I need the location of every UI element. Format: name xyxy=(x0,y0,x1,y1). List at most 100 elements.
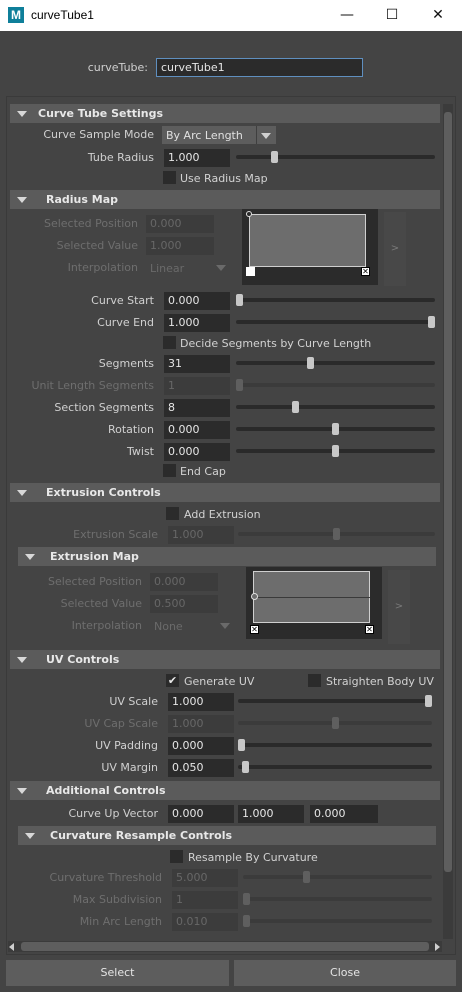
slider-handle[interactable] xyxy=(425,695,432,707)
slider-handle[interactable] xyxy=(243,893,250,905)
extrusion-selected-position-input[interactable]: 0.000 xyxy=(150,573,218,591)
uv-margin-slider[interactable] xyxy=(238,761,432,773)
use-radius-map-checkbox[interactable] xyxy=(163,171,176,184)
segments-slider[interactable] xyxy=(236,357,435,369)
vertical-scrollbar[interactable] xyxy=(443,104,453,939)
curve-end-label: Curve End xyxy=(97,316,154,329)
slider-handle[interactable] xyxy=(332,445,339,457)
slider-handle[interactable] xyxy=(292,401,299,413)
slider-handle[interactable] xyxy=(333,528,340,540)
ramp-point-square[interactable] xyxy=(246,267,255,276)
uv-padding-slider[interactable] xyxy=(238,739,432,751)
curve-up-z-input[interactable]: 0.000 xyxy=(310,805,378,823)
extrusion-interpolation-dropdown[interactable]: None xyxy=(150,617,236,635)
twist-slider[interactable] xyxy=(236,445,435,457)
select-button[interactable]: Select xyxy=(6,960,229,986)
ramp-point-handle[interactable] xyxy=(246,211,252,217)
slider-handle[interactable] xyxy=(243,915,250,927)
section-segments-input[interactable]: 8 xyxy=(164,399,230,417)
uv-cap-scale-input[interactable]: 1.000 xyxy=(168,715,234,733)
slider-handle[interactable] xyxy=(307,357,314,369)
curve-start-input[interactable]: 0.000 xyxy=(164,292,230,310)
curve-end-input[interactable]: 1.000 xyxy=(164,314,230,332)
slider-handle[interactable] xyxy=(236,294,243,306)
slider-handle[interactable] xyxy=(238,739,245,751)
add-extrusion-checkbox[interactable] xyxy=(166,507,179,520)
node-name-input[interactable]: curveTube1 xyxy=(156,58,363,77)
extrusion-selected-value-input[interactable]: 0.500 xyxy=(150,595,218,613)
vertical-scroll-thumb[interactable] xyxy=(444,112,452,872)
radius-expand-button[interactable]: > xyxy=(384,212,406,286)
extrusion-ramp-graph[interactable]: ✕ ✕ xyxy=(246,567,382,639)
unit-length-segments-input[interactable]: 1 xyxy=(164,377,230,395)
curve-up-vector-label: Curve Up Vector xyxy=(68,807,158,820)
radius-selected-value-input[interactable]: 1.000 xyxy=(146,237,214,255)
collapse-arrow-icon xyxy=(17,197,27,203)
rotation-input[interactable]: 0.000 xyxy=(164,421,230,439)
curve-up-y-input[interactable]: 1.000 xyxy=(238,805,304,823)
min-arc-length-input[interactable]: 0.010 xyxy=(172,913,238,931)
uv-scale-input[interactable]: 1.000 xyxy=(168,693,234,711)
end-cap-label: End Cap xyxy=(180,465,226,478)
uv-padding-input[interactable]: 0.000 xyxy=(168,737,234,755)
tube-radius-input[interactable]: 1.000 xyxy=(164,149,230,167)
dropdown-arrow-icon xyxy=(216,265,226,271)
curvature-threshold-input[interactable]: 5.000 xyxy=(172,869,238,887)
uv-margin-input[interactable]: 0.050 xyxy=(168,759,234,777)
min-arc-length-slider[interactable] xyxy=(243,915,432,927)
end-cap-checkbox[interactable] xyxy=(163,464,176,477)
resample-by-curvature-checkbox[interactable] xyxy=(170,850,183,863)
section-segments-slider[interactable] xyxy=(236,401,435,413)
generate-uv-checkbox[interactable]: ✔ xyxy=(166,674,179,687)
scroll-left-icon[interactable] xyxy=(9,943,14,951)
delete-point-icon[interactable]: ✕ xyxy=(361,267,370,276)
rotation-slider[interactable] xyxy=(236,423,435,435)
slider-handle[interactable] xyxy=(332,423,339,435)
extrusion-scale-slider[interactable] xyxy=(238,528,435,540)
radius-interpolation-dropdown[interactable]: Linear xyxy=(146,259,232,277)
curvature-threshold-slider[interactable] xyxy=(243,871,432,883)
uv-cap-scale-slider[interactable] xyxy=(238,717,432,729)
section-curvature-resample[interactable]: Curvature Resample Controls xyxy=(18,826,436,845)
curve-start-slider[interactable] xyxy=(236,294,435,306)
decide-segments-checkbox[interactable] xyxy=(163,336,176,349)
slider-handle[interactable] xyxy=(332,717,339,729)
title-bar: M curveTube1 — ☐ ✕ xyxy=(0,0,462,31)
maximize-icon[interactable]: ☐ xyxy=(369,0,415,31)
max-subdivision-slider[interactable] xyxy=(243,893,432,905)
section-curve-tube-settings[interactable]: Curve Tube Settings xyxy=(10,104,440,123)
close-icon[interactable]: ✕ xyxy=(415,0,461,31)
section-extrusion-controls[interactable]: Extrusion Controls xyxy=(10,483,440,502)
delete-point-icon[interactable]: ✕ xyxy=(365,625,374,634)
section-extrusion-map[interactable]: Extrusion Map xyxy=(18,547,436,566)
ramp-point-handle[interactable] xyxy=(251,593,258,600)
section-radius-map[interactable]: Radius Map xyxy=(10,190,440,209)
uv-scale-slider[interactable] xyxy=(238,695,432,707)
scroll-right-icon[interactable] xyxy=(435,943,440,951)
segments-input[interactable]: 31 xyxy=(164,355,230,373)
tube-radius-slider[interactable] xyxy=(236,151,435,163)
twist-input[interactable]: 0.000 xyxy=(164,443,230,461)
slider-handle[interactable] xyxy=(303,871,310,883)
curve-end-slider[interactable] xyxy=(236,316,435,328)
extrusion-scale-input[interactable]: 1.000 xyxy=(168,526,234,544)
radius-ramp-graph[interactable]: ✕ xyxy=(242,209,378,285)
delete-point-icon[interactable]: ✕ xyxy=(250,625,259,634)
slider-handle[interactable] xyxy=(242,761,249,773)
horizontal-scroll-thumb[interactable] xyxy=(21,942,429,951)
minimize-icon[interactable]: — xyxy=(324,0,370,31)
section-uv-controls[interactable]: UV Controls xyxy=(10,650,440,669)
extrusion-expand-button[interactable]: > xyxy=(388,570,410,644)
curve-up-x-input[interactable]: 0.000 xyxy=(168,805,234,823)
close-button[interactable]: Close xyxy=(234,960,456,986)
max-subdivision-input[interactable]: 1 xyxy=(172,891,238,909)
slider-handle[interactable] xyxy=(236,379,243,391)
unit-length-segments-slider[interactable] xyxy=(236,379,435,391)
slider-handle[interactable] xyxy=(271,151,278,163)
section-additional-controls[interactable]: Additional Controls xyxy=(10,781,440,800)
horizontal-scrollbar[interactable] xyxy=(8,941,442,952)
radius-selected-position-input[interactable]: 0.000 xyxy=(146,215,214,233)
slider-handle[interactable] xyxy=(428,316,435,328)
straighten-body-uv-checkbox[interactable] xyxy=(308,674,321,687)
curve-sample-mode-dropdown[interactable]: By Arc Length xyxy=(162,126,276,144)
